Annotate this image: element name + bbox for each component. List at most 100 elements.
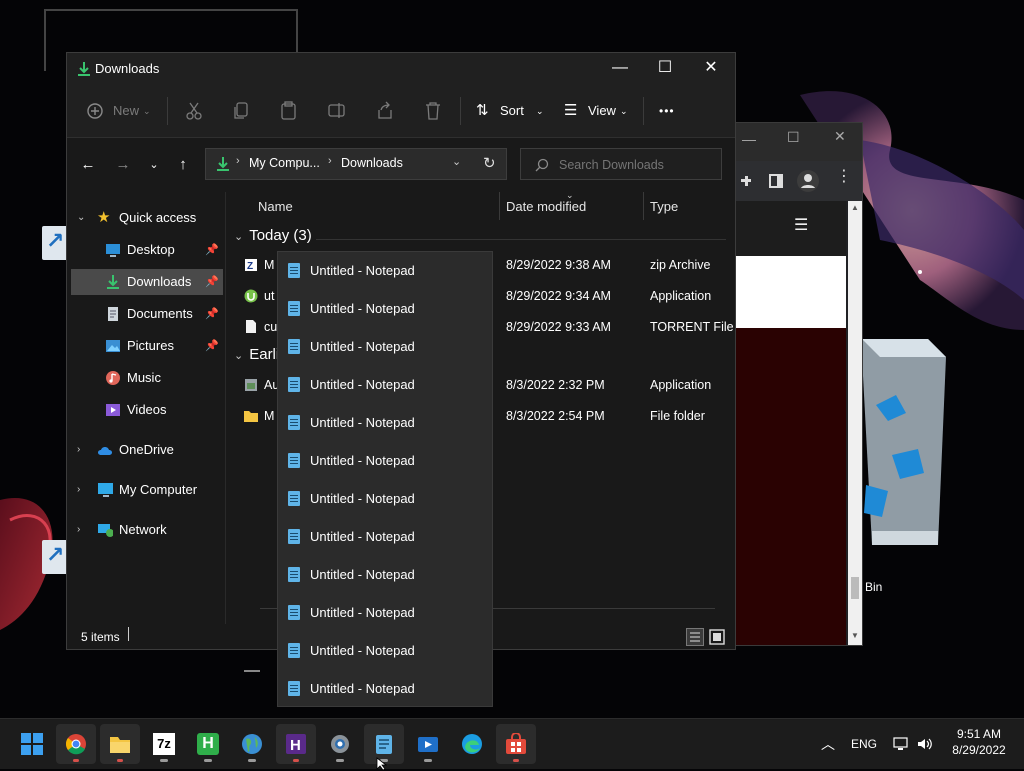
sort-button[interactable]: ⇅ Sort ⌄ bbox=[476, 99, 548, 123]
scroll-down-icon[interactable]: ▼ bbox=[851, 631, 859, 640]
profile-icon[interactable] bbox=[796, 169, 820, 193]
up-arrow-icon[interactable]: ↑ bbox=[172, 154, 194, 176]
nav-pictures[interactable]: Pictures 📌 bbox=[71, 333, 223, 359]
clock-date: 8/29/2022 bbox=[952, 743, 1006, 757]
nav-videos[interactable]: Videos bbox=[71, 397, 223, 423]
hamburger-menu-icon[interactable]: ☰ bbox=[794, 215, 808, 235]
cut-icon[interactable] bbox=[185, 101, 203, 121]
taskbar-chrome[interactable] bbox=[56, 724, 96, 764]
nav-network[interactable]: › Network bbox=[71, 517, 223, 543]
background-browser-window[interactable]: — ☐ ✕ ⋮ ☰ ▲ ▼ bbox=[733, 122, 863, 646]
new-button[interactable]: New ⌄ bbox=[87, 99, 153, 123]
network-status-icon[interactable] bbox=[893, 737, 909, 751]
notepad-window-item[interactable]: Untitled - Notepad bbox=[278, 328, 492, 366]
nav-desktop[interactable]: Desktop 📌 bbox=[71, 237, 223, 263]
forward-arrow-icon[interactable]: → bbox=[112, 154, 134, 176]
taskbar-settings[interactable] bbox=[320, 724, 360, 764]
share-icon[interactable] bbox=[376, 101, 394, 121]
copy-icon[interactable] bbox=[233, 101, 251, 121]
view-button[interactable]: ☰ View ⌄ bbox=[564, 99, 634, 123]
explorer-titlebar[interactable]: Downloads — ☐ ✕ bbox=[67, 53, 735, 85]
clock[interactable]: 9:51 AM 8/29/2022 bbox=[944, 727, 1014, 757]
nav-my-computer[interactable]: › My Computer bbox=[71, 477, 223, 503]
nav-documents[interactable]: Documents 📌 bbox=[71, 301, 223, 327]
language-indicator[interactable]: ENG bbox=[851, 719, 877, 769]
browser-menu-icon[interactable]: ⋮ bbox=[836, 169, 852, 185]
taskbar-hex-editor[interactable]: H bbox=[276, 724, 316, 764]
notepad-window-item[interactable]: Untitled - Notepad bbox=[278, 480, 492, 518]
address-dropdown-chevron-icon[interactable]: ⌄ bbox=[452, 155, 461, 168]
sidepanel-icon[interactable] bbox=[768, 173, 784, 189]
notepad-window-item[interactable]: Untitled - Notepad bbox=[278, 632, 492, 670]
notepad-window-item[interactable]: Untitled - Notepad bbox=[278, 366, 492, 404]
extensions-icon[interactable] bbox=[738, 173, 754, 189]
address-bar[interactable]: › My Compu... › Downloads ⌄ ↻ bbox=[205, 148, 507, 180]
view-icon: ☰ bbox=[564, 102, 578, 119]
breadcrumb-my-computer[interactable]: My Compu... bbox=[249, 156, 320, 170]
column-header-date[interactable]: Date modified bbox=[506, 192, 586, 222]
paste-icon[interactable] bbox=[280, 101, 298, 121]
large-icons-view-icon[interactable] bbox=[708, 628, 726, 646]
nav-music-label: Music bbox=[127, 370, 161, 385]
taskbar-file-explorer[interactable] bbox=[100, 724, 140, 764]
group-header-today[interactable]: ⌄ Today (3) bbox=[234, 227, 312, 244]
pictures-icon bbox=[106, 340, 120, 352]
delete-icon[interactable] bbox=[424, 101, 442, 121]
status-separator bbox=[128, 627, 129, 641]
scroll-thumb[interactable] bbox=[851, 577, 859, 599]
taskbar-edge[interactable] bbox=[452, 724, 492, 764]
start-button[interactable] bbox=[12, 724, 52, 764]
taskbar-store[interactable] bbox=[496, 724, 536, 764]
pin-icon: 📌 bbox=[205, 340, 219, 352]
notepad-window-item[interactable]: Untitled - Notepad bbox=[278, 594, 492, 632]
back-arrow-icon[interactable]: ← bbox=[77, 154, 99, 176]
notepad-window-item[interactable]: Untitled - Notepad bbox=[278, 556, 492, 594]
taskbar-media-player[interactable] bbox=[408, 724, 448, 764]
taskbar-h-app[interactable]: H bbox=[188, 724, 228, 764]
minimize-button[interactable]: — bbox=[597, 53, 643, 85]
recent-locations-chevron-icon[interactable]: ⌄ bbox=[143, 154, 165, 176]
notepad-window-item[interactable]: Untitled - Notepad bbox=[278, 518, 492, 556]
show-hidden-icons-chevron-icon[interactable]: ︿ bbox=[821, 719, 835, 769]
nav-onedrive[interactable]: › OneDrive bbox=[71, 437, 223, 463]
notepad-window-item[interactable]: Untitled - Notepad bbox=[278, 404, 492, 442]
see-more-button[interactable]: ••• bbox=[659, 99, 675, 123]
computer-icon bbox=[98, 483, 113, 497]
rename-icon[interactable] bbox=[328, 101, 346, 121]
notepad-window-item[interactable]: Untitled - Notepad bbox=[278, 252, 492, 290]
column-separator[interactable] bbox=[643, 192, 644, 220]
browser-maximize-icon[interactable]: ☐ bbox=[787, 129, 800, 146]
notepad-window-item[interactable]: Untitled - Notepad bbox=[278, 290, 492, 328]
svg-text:H: H bbox=[290, 737, 301, 754]
details-view-icon[interactable] bbox=[686, 628, 704, 646]
browser-minimize-icon[interactable]: — bbox=[742, 131, 756, 147]
column-separator[interactable] bbox=[499, 192, 500, 220]
search-box[interactable] bbox=[520, 148, 722, 180]
browser-close-icon[interactable]: ✕ bbox=[834, 128, 846, 145]
recycle-bin-icon[interactable] bbox=[858, 335, 950, 565]
volume-icon[interactable] bbox=[917, 737, 933, 751]
nav-music[interactable]: Music bbox=[71, 365, 223, 391]
search-input[interactable] bbox=[557, 155, 716, 175]
close-button[interactable]: ✕ bbox=[688, 53, 734, 85]
nav-network-label: Network bbox=[119, 522, 167, 537]
scroll-up-icon[interactable]: ▲ bbox=[851, 203, 859, 212]
breadcrumb-downloads[interactable]: Downloads bbox=[341, 156, 403, 170]
page-banner bbox=[734, 256, 846, 328]
maximize-button[interactable]: ☐ bbox=[642, 53, 688, 85]
horizontal-scroll-indicator[interactable] bbox=[244, 670, 260, 672]
mouse-cursor-icon bbox=[376, 757, 388, 771]
chevron-down-icon: ⌄ bbox=[77, 212, 86, 223]
notepad-window-item[interactable]: Untitled - Notepad bbox=[278, 670, 492, 708]
nav-quick-access[interactable]: ⌄ ★ Quick access bbox=[71, 205, 223, 231]
column-header-name[interactable]: Name bbox=[258, 192, 293, 222]
taskbar-globe-app[interactable] bbox=[232, 724, 272, 764]
group-header-earlier[interactable]: ⌄ Earli bbox=[234, 346, 279, 363]
taskbar-7zip[interactable]: 7z bbox=[144, 724, 184, 764]
nav-downloads[interactable]: Downloads 📌 bbox=[71, 269, 223, 295]
browser-scrollbar[interactable]: ▲ ▼ bbox=[848, 201, 862, 645]
refresh-icon[interactable]: ↻ bbox=[483, 154, 496, 172]
notepad-window-item[interactable]: Untitled - Notepad bbox=[278, 442, 492, 480]
column-header-type[interactable]: Type bbox=[650, 192, 678, 222]
separator bbox=[460, 97, 461, 125]
